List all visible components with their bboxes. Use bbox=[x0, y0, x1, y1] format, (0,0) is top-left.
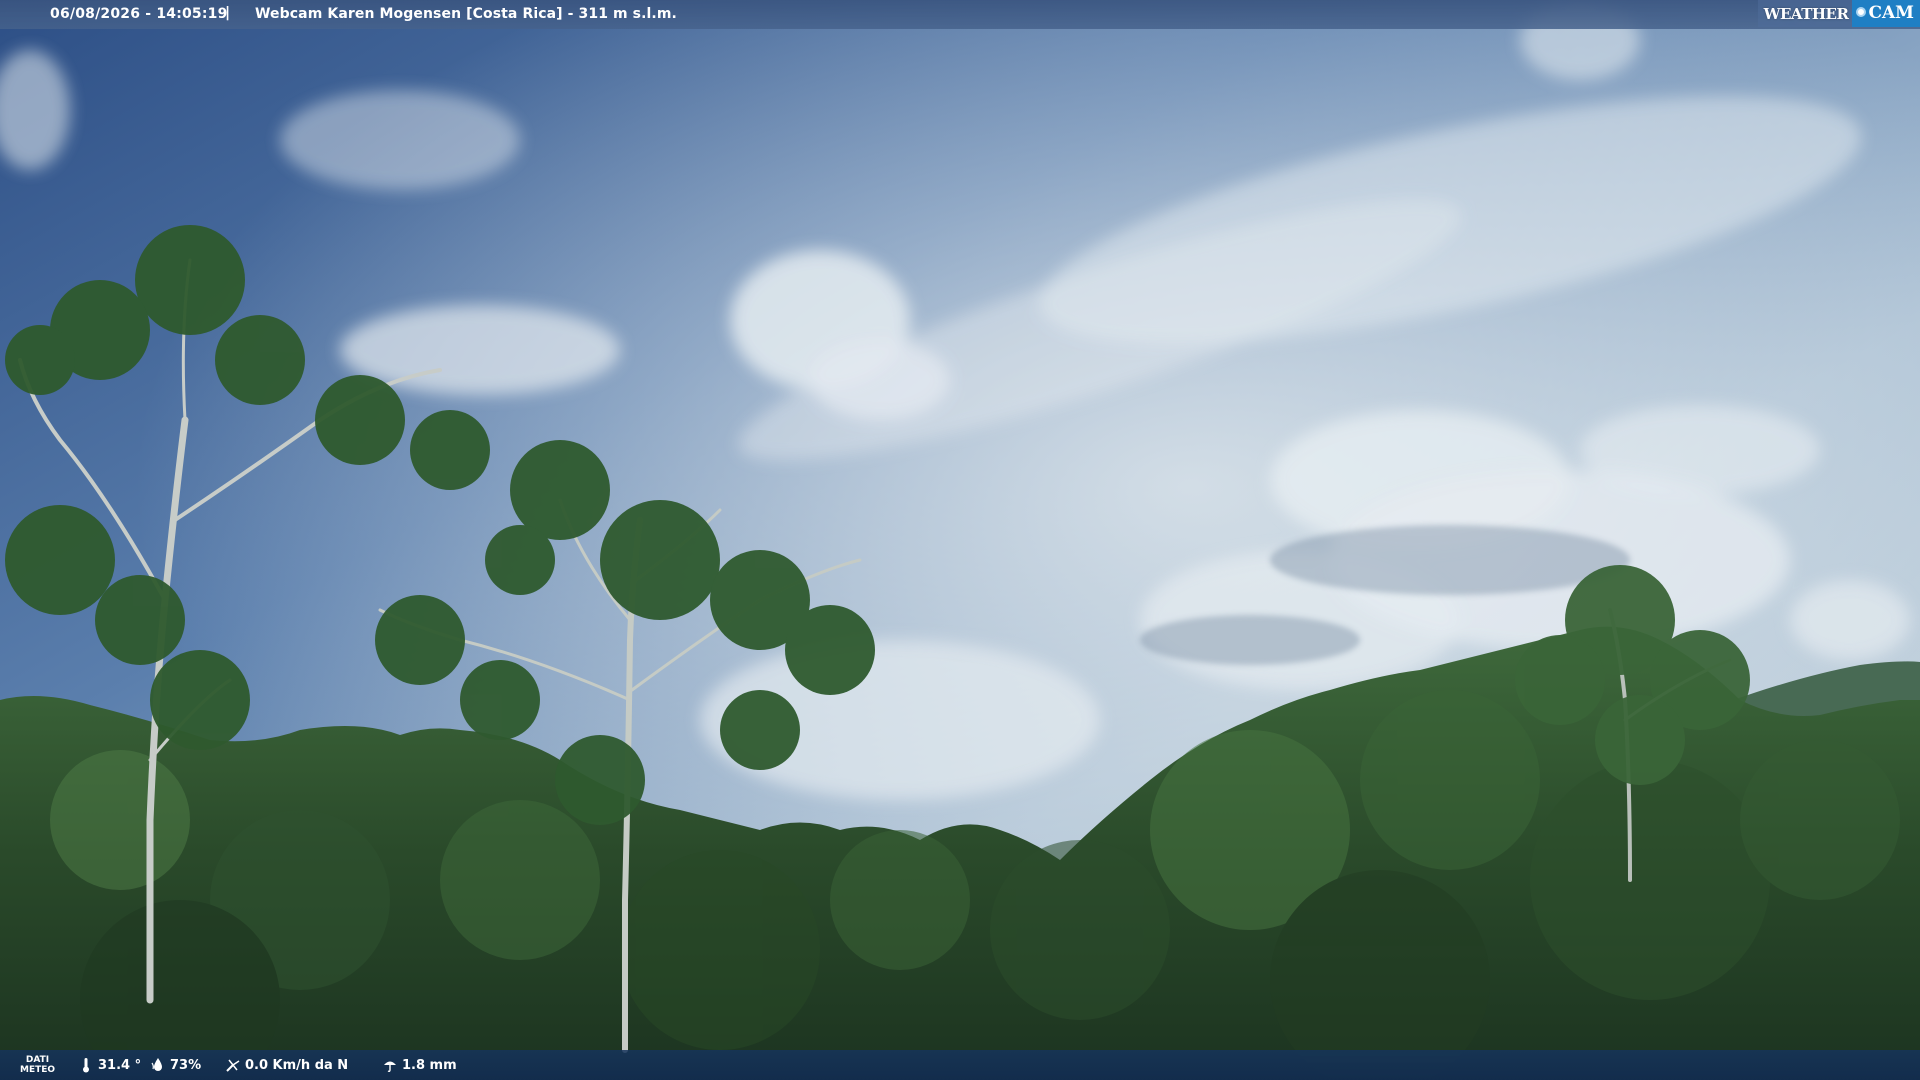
wind-icon bbox=[226, 1059, 240, 1072]
humidity-reading: 73% bbox=[150, 1057, 201, 1073]
header-separator: | bbox=[225, 5, 231, 21]
logo-cam-text: CAM bbox=[1868, 3, 1914, 23]
camera-title: Webcam Karen Mogensen [Costa Rica] - 311… bbox=[255, 6, 677, 22]
weather-data-bar: DATI METEO 31.4 ° 73% 0.0 Km/h da N 1.8 … bbox=[0, 1050, 1920, 1080]
weather-label-line1: DATI bbox=[25, 1055, 50, 1065]
wind-value: 0.0 Km/h da N bbox=[245, 1057, 349, 1073]
weather-label-line2: METEO bbox=[20, 1065, 56, 1075]
logo-weather-text: WEATHER bbox=[1757, 0, 1853, 27]
rain-reading: 1.8 mm bbox=[382, 1057, 457, 1073]
datetime-label: 06/08/2026 - 14:05:19 bbox=[50, 6, 228, 22]
webcam-image bbox=[0, 0, 1920, 1080]
wind-reading: 0.0 Km/h da N bbox=[225, 1057, 348, 1073]
temperature-reading: 31.4 ° bbox=[78, 1057, 141, 1073]
humidity-icon bbox=[151, 1058, 162, 1071]
temperature-value: 31.4 ° bbox=[98, 1057, 142, 1073]
landscape-svg bbox=[0, 0, 1920, 1080]
humidity-value: 73% bbox=[170, 1057, 202, 1073]
logo-cam-block: CAM bbox=[1852, 0, 1920, 27]
rain-value: 1.8 mm bbox=[402, 1057, 457, 1073]
weathercam-logo[interactable]: WEATHER CAM bbox=[1757, 0, 1920, 27]
logo-dot-icon bbox=[1856, 7, 1867, 17]
thermometer-icon bbox=[83, 1058, 89, 1073]
top-info-bar: 06/08/2026 - 14:05:19 | Webcam Karen Mog… bbox=[0, 0, 1920, 29]
weather-data-label: DATI METEO bbox=[20, 1055, 55, 1075]
rain-icon bbox=[384, 1061, 396, 1073]
